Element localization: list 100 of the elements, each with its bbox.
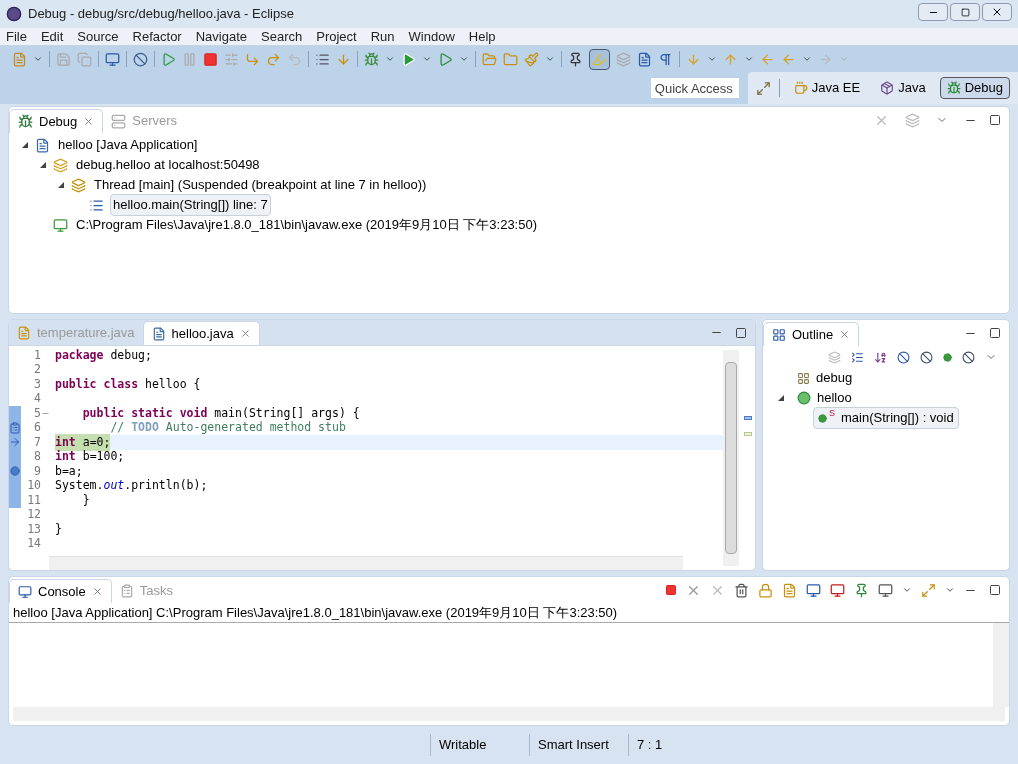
run-icon[interactable]	[401, 51, 416, 67]
maximize-icon[interactable]	[989, 327, 1001, 339]
tree-item[interactable]: debug.helloo at localhost:50498	[74, 155, 262, 175]
terminate-icon[interactable]	[203, 51, 218, 67]
close-icon[interactable]	[83, 116, 95, 127]
view-tab[interactable]: helloo.java	[142, 321, 260, 345]
dropdown-icon[interactable]	[422, 54, 432, 64]
view-tab[interactable]: Console	[9, 579, 112, 603]
step-into-icon[interactable]	[245, 51, 260, 67]
maximize-icon[interactable]	[735, 326, 747, 339]
show-on-error-icon[interactable]	[830, 582, 845, 598]
skip-breakpoints-icon[interactable]	[133, 51, 148, 67]
expand-arrow-icon[interactable]	[21, 141, 29, 149]
class-icon	[797, 391, 811, 405]
expand-arrow-icon[interactable]	[57, 181, 65, 189]
menu-item[interactable]: Run	[370, 26, 395, 47]
search-brush-icon[interactable]	[524, 51, 539, 67]
open-perspective-icon[interactable]	[755, 80, 771, 96]
menu-item[interactable]: Project	[316, 26, 357, 47]
collapse-all-icon[interactable]	[851, 350, 864, 364]
close-icon[interactable]	[839, 329, 851, 340]
display-console-icon[interactable]	[878, 582, 893, 598]
external-tools-icon[interactable]	[438, 51, 453, 67]
terminate-icon[interactable]	[665, 584, 677, 596]
perspective-button[interactable]: Java	[874, 77, 932, 99]
menu-item[interactable]: Window	[408, 26, 455, 47]
dropdown-icon[interactable]	[902, 585, 912, 595]
dropdown-icon[interactable]	[707, 54, 717, 64]
word-wrap-icon[interactable]	[782, 582, 797, 598]
expand-arrow-icon[interactable]	[39, 161, 47, 169]
dropdown-icon[interactable]	[744, 54, 754, 64]
use-step-filters-icon[interactable]	[336, 51, 351, 67]
hide-fields-icon[interactable]	[897, 350, 910, 364]
console-icon[interactable]	[105, 51, 120, 67]
view-tab[interactable]: Outline	[763, 322, 860, 346]
tree-item[interactable]: S main(String[]) : void	[813, 407, 959, 429]
dropdown-icon[interactable]	[459, 54, 469, 64]
resume-icon[interactable]	[161, 51, 176, 67]
debug-icon[interactable]	[364, 51, 379, 67]
clear-console-icon[interactable]	[734, 582, 749, 598]
servers-icon	[111, 113, 127, 129]
expand-arrow-icon[interactable]	[777, 394, 785, 402]
horizontal-scrollbar[interactable]	[49, 556, 683, 570]
bug-icon	[946, 81, 961, 95]
pin-icon[interactable]	[568, 51, 583, 67]
show-on-output-icon[interactable]	[806, 582, 821, 598]
tree-item[interactable]: helloo	[793, 388, 856, 408]
dropdown-icon[interactable]	[385, 54, 395, 64]
close-icon[interactable]	[91, 586, 103, 597]
hide-local-types-icon[interactable]	[962, 350, 975, 364]
tree-item[interactable]: helloo [Java Application]	[56, 135, 200, 155]
open-type-icon[interactable]	[482, 51, 497, 67]
menu-item[interactable]: Edit	[40, 26, 64, 47]
hide-static-icon[interactable]	[920, 350, 933, 364]
show-whitespace-icon[interactable]	[637, 51, 652, 67]
tree-item[interactable]: helloo.main(String[]) line: 7	[110, 194, 271, 216]
step-over-icon[interactable]	[266, 51, 281, 67]
dropdown-icon[interactable]	[945, 585, 955, 595]
menu-item[interactable]: Refactor	[132, 26, 182, 47]
vertical-scrollbar[interactable]	[993, 623, 1009, 707]
quick-access-field[interactable]: Quick Access	[649, 77, 740, 99]
tree-item[interactable]: C:\Program Files\Java\jre1.8.0_181\bin\javaw.exe (2019年9月10日 下午3:23:50)	[74, 215, 539, 235]
dropdown-icon[interactable]	[802, 54, 812, 64]
mark-occurrences-icon[interactable]	[589, 48, 610, 70]
paragraph-icon[interactable]	[658, 51, 673, 67]
tree-item[interactable]: debug	[793, 368, 857, 388]
scroll-lock-icon[interactable]	[758, 582, 773, 598]
maximize-icon[interactable]	[989, 584, 1001, 596]
open-console-icon[interactable]	[921, 582, 936, 598]
menu-item[interactable]: Help	[468, 26, 496, 47]
close-button[interactable]	[982, 3, 1012, 21]
hide-non-public-icon[interactable]	[943, 352, 952, 362]
tasks-icon	[119, 584, 134, 598]
menu-item[interactable]: Source	[77, 26, 119, 47]
method-icon	[818, 413, 827, 423]
perspective-button[interactable]: Debug	[939, 77, 1010, 99]
code-line: int b=100;	[55, 449, 126, 464]
menu-item[interactable]: Navigate	[195, 26, 247, 47]
drop-to-frame-icon[interactable]	[315, 51, 330, 67]
maximize-icon[interactable]	[989, 114, 1001, 126]
overview-marker[interactable]	[744, 416, 752, 420]
menu-item[interactable]: Search	[261, 26, 303, 47]
perspective-button[interactable]: Java EE	[787, 77, 867, 99]
menu-item[interactable]: File	[6, 26, 27, 47]
minimize-button[interactable]	[918, 3, 948, 21]
overview-marker[interactable]	[744, 432, 752, 436]
dropdown-icon[interactable]	[545, 54, 555, 64]
view-tab[interactable]: Debug	[9, 109, 104, 133]
group-icon[interactable]	[905, 112, 920, 128]
tree-item[interactable]: Thread [main] (Suspended (breakpoint at line 7 in helloo))	[92, 175, 429, 195]
new-file-icon[interactable]	[12, 51, 27, 67]
outline-icon	[772, 327, 786, 342]
group-icon[interactable]	[828, 350, 841, 364]
close-icon[interactable]	[239, 328, 251, 339]
pin-console-icon[interactable]	[854, 582, 869, 598]
status-field: 7 : 1	[629, 735, 727, 755]
sort-icon[interactable]	[874, 350, 887, 364]
dropdown-icon[interactable]	[33, 54, 43, 64]
open-task-icon[interactable]	[503, 51, 518, 67]
vertical-scrollbar[interactable]	[723, 350, 739, 566]
